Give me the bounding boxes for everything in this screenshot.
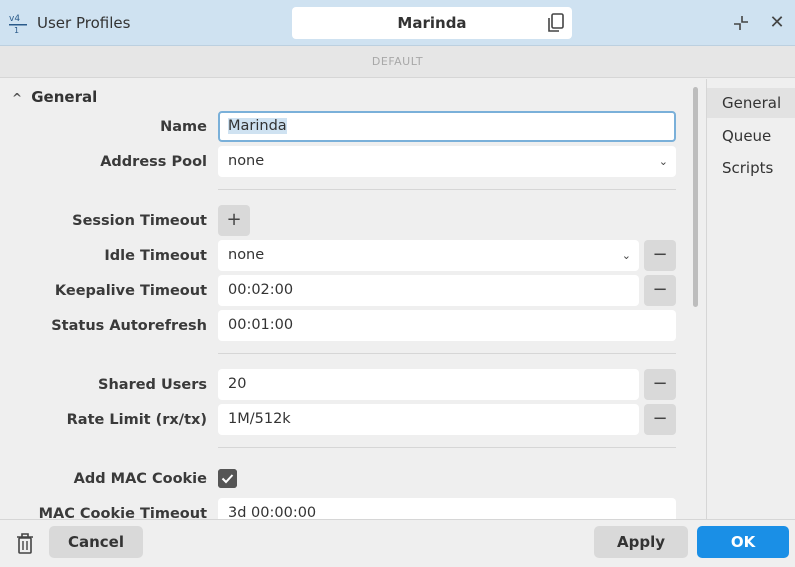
keepalive-timeout-input[interactable]: 00:02:00 <box>218 275 639 306</box>
cancel-button[interactable]: Cancel <box>49 526 143 558</box>
remove-idle-timeout-button[interactable]: − <box>644 240 676 271</box>
rate-limit-input[interactable]: 1M/512k <box>218 404 639 435</box>
nav-item-general[interactable]: General <box>707 88 795 118</box>
close-icon[interactable]: ✕ <box>767 12 787 34</box>
divider <box>218 353 676 354</box>
mac-cookie-timeout-value: 3d 00:00:00 <box>228 505 317 519</box>
shared-users-label: Shared Users <box>98 377 207 393</box>
apply-button[interactable]: Apply <box>594 526 688 558</box>
rate-limit-value: 1M/512k <box>228 411 291 427</box>
idle-timeout-value: none <box>228 247 265 263</box>
rate-limit-label: Rate Limit (rx/tx) <box>66 412 207 428</box>
keepalive-timeout-label: Keepalive Timeout <box>54 283 207 299</box>
remove-rate-limit-button[interactable]: − <box>644 404 676 435</box>
form-panel: ^ General Name Marinda Address Pool none… <box>0 79 706 519</box>
divider <box>218 189 676 190</box>
nav-item-scripts[interactable]: Scripts <box>707 153 795 183</box>
address-pool-label: Address Pool <box>100 154 207 170</box>
status-autorefresh-value: 00:01:00 <box>228 317 294 333</box>
add-session-timeout-button[interactable]: + <box>218 205 250 236</box>
profile-name-display: Marinda <box>292 7 572 39</box>
vertical-scrollbar[interactable] <box>693 87 698 307</box>
keepalive-timeout-value: 00:02:00 <box>228 282 294 298</box>
idle-timeout-label: Idle Timeout <box>104 248 207 264</box>
mac-cookie-timeout-label: MAC Cookie Timeout <box>38 506 207 519</box>
collapse-icon[interactable] <box>730 12 752 34</box>
status-autorefresh-label: Status Autorefresh <box>51 318 207 334</box>
session-timeout-label: Session Timeout <box>72 213 207 229</box>
nav-item-queue[interactable]: Queue <box>707 121 795 151</box>
idle-timeout-select[interactable]: none ⌄ <box>218 240 639 271</box>
collapse-caret-icon: ^ <box>12 91 23 105</box>
mac-cookie-timeout-input[interactable]: 3d 00:00:00 <box>218 498 676 519</box>
user-profiles-icon: v4 1 <box>9 14 27 34</box>
name-label: Name <box>160 119 207 135</box>
svg-text:v4: v4 <box>9 14 20 24</box>
profile-name-text: Marinda <box>397 14 467 32</box>
section-title: General <box>31 88 98 106</box>
title-bar: v4 1 User Profiles Marinda ✕ <box>0 0 795 46</box>
shared-users-input[interactable]: 20 <box>218 369 639 400</box>
add-mac-cookie-checkbox[interactable] <box>218 469 237 488</box>
address-pool-select[interactable]: none ⌄ <box>218 146 676 177</box>
default-bar: DEFAULT <box>0 46 795 78</box>
chevron-down-icon: ⌄ <box>658 155 668 168</box>
footer-bar: Cancel Apply OK <box>0 519 795 567</box>
trash-icon[interactable] <box>14 532 36 556</box>
svg-text:1: 1 <box>14 26 19 34</box>
remove-keepalive-timeout-button[interactable]: − <box>644 275 676 306</box>
remove-shared-users-button[interactable]: − <box>644 369 676 400</box>
copy-icon[interactable] <box>546 12 566 34</box>
shared-users-value: 20 <box>228 376 247 392</box>
name-input[interactable]: Marinda <box>218 111 676 142</box>
add-mac-cookie-label: Add MAC Cookie <box>73 471 207 487</box>
ok-button[interactable]: OK <box>697 526 789 558</box>
chevron-down-icon: ⌄ <box>621 249 631 262</box>
side-navigation: General Queue Scripts <box>706 79 795 519</box>
window-title: User Profiles <box>37 14 131 32</box>
divider <box>218 447 676 448</box>
section-general-header[interactable]: ^ General <box>12 88 97 106</box>
address-pool-value: none <box>228 153 265 169</box>
status-autorefresh-input[interactable]: 00:01:00 <box>218 310 676 341</box>
default-label: DEFAULT <box>371 55 424 68</box>
name-input-value: Marinda <box>228 118 287 134</box>
